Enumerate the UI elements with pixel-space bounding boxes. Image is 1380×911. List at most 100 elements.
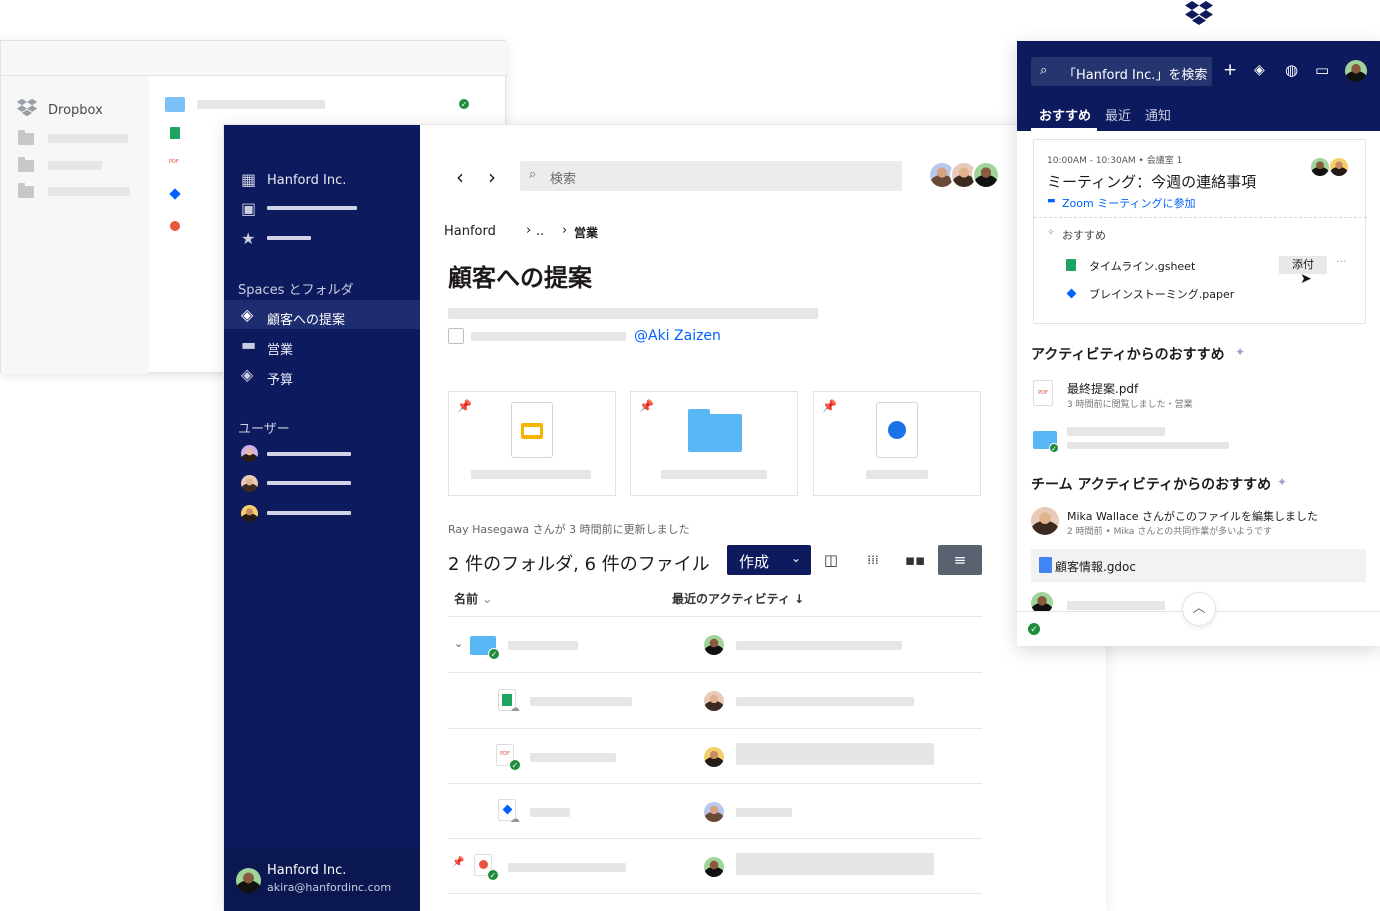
paper-icon [169, 188, 181, 200]
folder-icon[interactable]: ▭ [1315, 61, 1329, 79]
main-window: ▦ Hanford Inc. ▣ ★ Spaces とフォルダ ◈ 顧客への提案… [223, 124, 1106, 911]
placeholder-line [1067, 442, 1229, 449]
account-footer[interactable]: Hanford Inc. akira@hanfordinc.com [224, 849, 420, 911]
synced-check-icon: ✓ [1049, 443, 1059, 453]
attendee-avatar [1310, 157, 1330, 177]
folder-icon [18, 183, 34, 198]
activity-avatar [704, 857, 724, 877]
item-count: 2 件のフォルダ, 6 件のファイル [448, 554, 710, 575]
recommended-file-meta: 3 時間前に閲覧しました・営業 [1067, 400, 1193, 410]
account-avatar[interactable] [1345, 60, 1367, 82]
spaces-heading: Spaces とフォルダ [238, 283, 354, 298]
grid-view-icon[interactable]: ▪▪ [900, 545, 930, 575]
placeholder-line [736, 641, 902, 650]
placeholder-line [48, 134, 128, 143]
sidebar-item-sales[interactable]: 営業 [267, 339, 293, 358]
plus-icon[interactable]: + [1223, 61, 1237, 79]
sidebar-item-budget[interactable]: 予算 [267, 369, 293, 388]
gsheet-icon [1066, 259, 1076, 271]
sidebar-item-proposal[interactable]: 顧客への提案 [267, 309, 345, 328]
more-options-icon[interactable]: ··· [1336, 255, 1347, 268]
placeholder-line [508, 863, 626, 872]
grid-small-view-icon[interactable]: ⁞⁞⁞ [858, 545, 888, 575]
stack-icon: ◈ [241, 305, 254, 324]
breadcrumb-current[interactable]: 営業 [574, 224, 598, 241]
pdf-icon: PDF [169, 159, 179, 165]
breadcrumb-ellipsis[interactable]: .. [536, 224, 544, 239]
placeholder-line [530, 753, 616, 762]
member-avatar[interactable] [972, 161, 1000, 189]
divider [1034, 217, 1367, 218]
scroll-up-button[interactable]: ︿ [1182, 592, 1216, 626]
user-avatar[interactable] [241, 505, 258, 522]
zoom-join-link[interactable]: Zoom ミーティングに参加 [1062, 195, 1196, 211]
meeting-time: 10:00AM - 10:30AM • 会議室 1 [1047, 156, 1183, 166]
contact-card-icon: ▣ [241, 199, 257, 218]
team-activity-heading: チーム アクティビティからのおすすめ [1031, 477, 1272, 493]
tab-notifications[interactable]: 通知 [1145, 105, 1171, 124]
placeholder-line [448, 308, 818, 319]
back-sidebar-dropbox-label[interactable]: Dropbox [48, 103, 103, 118]
user-avatar[interactable] [241, 475, 258, 492]
column-activity-label: 最近のアクティビティ [672, 592, 790, 606]
team-name[interactable]: Hanford Inc. [267, 173, 346, 188]
column-name-label: 名前 [454, 592, 479, 606]
placeholder-line [471, 470, 591, 479]
sort-chevron-icon: ⌄ [482, 592, 493, 606]
column-header-name[interactable]: 名前 ⌄ [454, 590, 492, 607]
pinned-card[interactable]: 📌 [630, 391, 798, 496]
expand-chevron-icon[interactable]: ⌄ [454, 637, 463, 650]
placeholder-line [197, 100, 325, 109]
suggested-file-name[interactable]: タイムライン.gsheet [1089, 258, 1195, 274]
panel-search-label: 「Hanford Inc.」を検索 [1063, 68, 1208, 83]
mention-link[interactable]: @Aki Zaizen [634, 328, 721, 344]
meeting-title[interactable]: ミーティング：今週の連絡事項 [1047, 171, 1256, 192]
suggested-file-name[interactable]: ブレインストーミング.paper [1089, 286, 1234, 302]
list-view-icon[interactable]: ≡ [938, 545, 982, 575]
account-avatar [236, 868, 261, 893]
table-row[interactable]: PDF ✓ [420, 729, 982, 784]
panel-search-input[interactable]: ⌕ 「Hanford Inc.」を検索 [1031, 57, 1212, 86]
recommended-file-name[interactable]: 最終提案.pdf [1067, 380, 1138, 397]
suggested-label: おすすめ [1062, 229, 1106, 242]
dropbox-icon [16, 98, 38, 121]
pin-icon[interactable]: 📌 [457, 399, 472, 413]
breadcrumb-root[interactable]: Hanford [444, 224, 496, 239]
pinned-card[interactable]: 📌 [813, 391, 981, 496]
create-label: 作成 [739, 553, 770, 571]
task-checkbox[interactable] [448, 328, 464, 344]
preview-view-icon[interactable]: ◫ [816, 545, 846, 575]
folder-icon [18, 130, 34, 145]
chevron-down-icon: ⌄ [791, 551, 802, 565]
search-icon: ⌕ [1040, 63, 1048, 78]
pin-icon[interactable]: 📌 [822, 399, 837, 413]
star-icon[interactable]: ★ [241, 231, 255, 247]
tab-recommended[interactable]: おすすめ [1039, 105, 1091, 124]
collaborator-avatar [1031, 507, 1059, 535]
pin-icon[interactable]: 📌 [452, 857, 464, 868]
globe-icon[interactable]: ◍ [1285, 61, 1298, 79]
create-button[interactable]: 作成 ⌄ [727, 545, 811, 575]
recommended-gdoc-row[interactable]: 顧客情報.gdoc [1031, 549, 1366, 582]
user-avatar[interactable] [241, 445, 258, 462]
table-row[interactable]: ☁ [420, 784, 982, 839]
table-row[interactable]: ☁ [420, 673, 982, 728]
forward-arrow-icon[interactable]: › [488, 167, 496, 187]
table-row[interactable]: ⌄ ✓ [420, 617, 982, 672]
search-input[interactable]: ⌕ 検索 [520, 161, 902, 191]
dropbox-logo-icon [1184, 0, 1214, 30]
folder-icon [165, 97, 185, 112]
pinned-card[interactable]: 📌 [448, 391, 616, 496]
pin-icon[interactable]: 📌 [639, 399, 654, 413]
building-icon: ▦ [241, 170, 257, 189]
column-header-activity[interactable]: 最近のアクティビティ ↓ [672, 590, 804, 607]
table-row[interactable]: 📌 ✓ [420, 839, 982, 894]
stack-icon[interactable]: ◈ [1254, 61, 1265, 79]
back-arrow-icon[interactable]: ‹ [456, 167, 464, 187]
cursor-pointer-icon: ➤ [1300, 271, 1312, 287]
tab-recent[interactable]: 最近 [1105, 105, 1131, 124]
sync-status-check-icon[interactable]: ✓ [1027, 622, 1041, 636]
users-heading: ユーザー [238, 422, 290, 437]
pdf-icon: PDF [1033, 380, 1053, 406]
placeholder-line [1067, 427, 1165, 436]
